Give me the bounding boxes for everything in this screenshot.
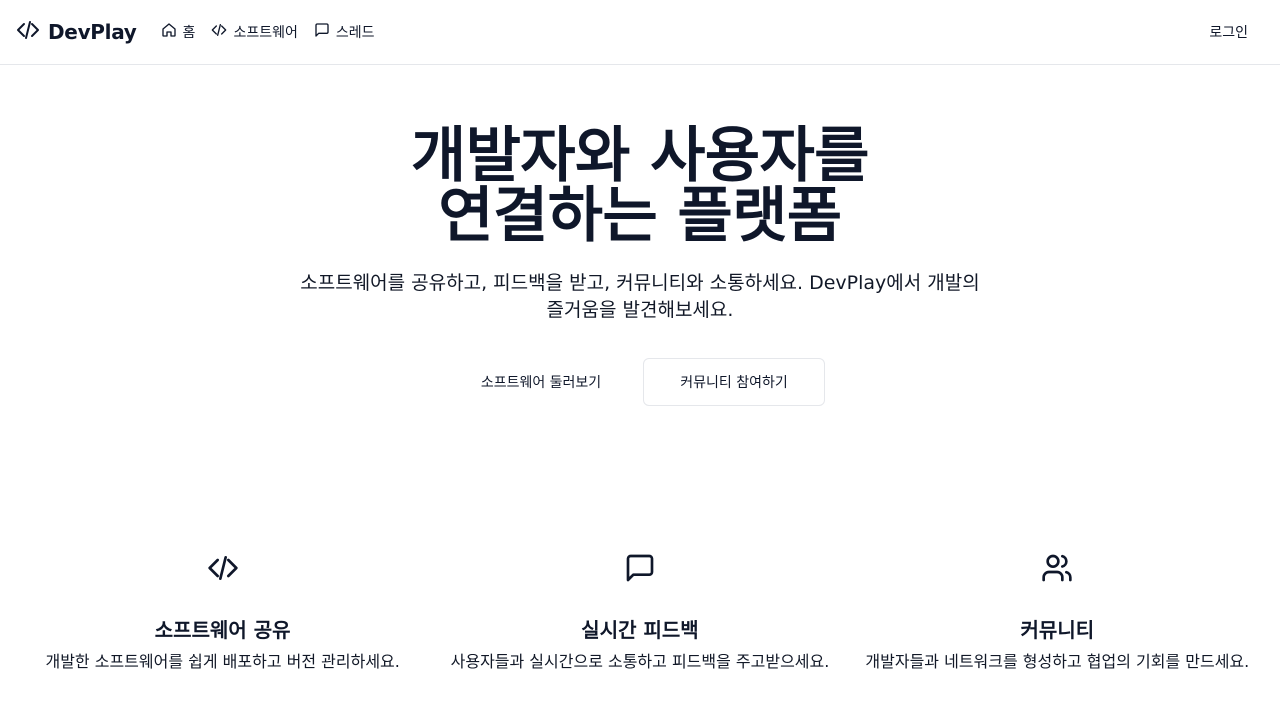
hero-subtitle: 소프트웨어를 공유하고, 피드백을 받고, 커뮤니티와 소통하세요. DevPl… (300, 272, 980, 321)
browse-software-button[interactable]: 소프트웨어 둘러보기 (455, 358, 627, 406)
nav-item-home[interactable]: 홈 (161, 22, 196, 42)
hero-title: 개발자와 사용자를 연결하는 플랫폼 (330, 126, 950, 246)
hero-title-line-1: 개발자와 사용자를 (411, 121, 870, 191)
feature-title: 소프트웨어 공유 (154, 618, 291, 642)
top-navbar: DevPlay 홈 소프트웨어 스레드 로그인 (0, 0, 1280, 65)
hero-title-line-2: 연결하는 플랫폼 (438, 181, 842, 251)
feature-title: 커뮤니티 (1020, 618, 1095, 642)
message-square-icon (431, 552, 848, 586)
brand-logo-link[interactable]: DevPlay (16, 18, 137, 46)
hero-section: 개발자와 사용자를 연결하는 플랫폼 소프트웨어를 공유하고, 피드백을 받고,… (0, 126, 1280, 406)
users-icon (849, 552, 1266, 586)
join-community-button[interactable]: 커뮤니티 참여하기 (643, 358, 825, 406)
main-nav: 홈 소프트웨어 스레드 (161, 22, 375, 42)
message-square-icon (314, 22, 330, 42)
nav-item-label: 홈 (182, 25, 196, 41)
login-button[interactable]: 로그인 (1193, 14, 1264, 50)
hero-actions: 소프트웨어 둘러보기 커뮤니티 참여하기 (0, 358, 1280, 406)
feature-card-community: 커뮤니티 개발자들과 네트워크를 형성하고 협업의 기회를 만드세요. (849, 552, 1266, 674)
brand-name: DevPlay (48, 20, 137, 44)
feature-title: 실시간 피드백 (581, 618, 699, 642)
nav-item-threads[interactable]: 스레드 (314, 22, 375, 42)
feature-description: 개발한 소프트웨어를 쉽게 배포하고 버전 관리하세요. (45, 652, 400, 671)
nav-item-software[interactable]: 소프트웨어 (211, 22, 298, 42)
feature-card-software-sharing: 소프트웨어 공유 개발한 소프트웨어를 쉽게 배포하고 버전 관리하세요. (14, 552, 431, 674)
feature-description: 사용자들과 실시간으로 소통하고 피드백을 주고받으세요. (450, 652, 830, 671)
code-icon (14, 552, 431, 586)
home-icon (161, 22, 177, 42)
nav-item-label: 소프트웨어 (233, 25, 298, 41)
feature-card-realtime-feedback: 실시간 피드백 사용자들과 실시간으로 소통하고 피드백을 주고받으세요. (431, 552, 848, 674)
feature-description: 개발자들과 네트워크를 형성하고 협업의 기회를 만드세요. (865, 652, 1250, 671)
code-icon (16, 18, 40, 46)
features-section: 소프트웨어 공유 개발한 소프트웨어를 쉽게 배포하고 버전 관리하세요. 실시… (0, 552, 1280, 674)
code-icon (211, 22, 227, 42)
nav-item-label: 스레드 (335, 25, 375, 41)
